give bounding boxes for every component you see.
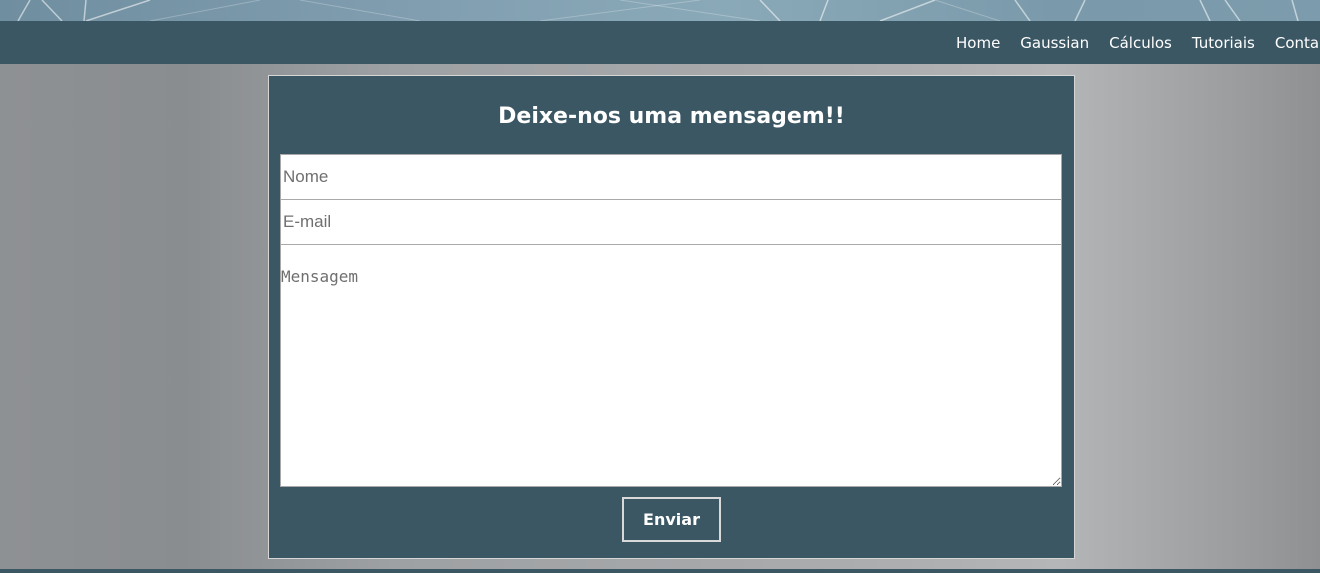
main-navbar: Home Gaussian Cálculos Tutoriais Conta: [0, 21, 1320, 64]
footer-bar: [0, 569, 1320, 573]
banner-pattern: [17, 0, 1299, 21]
nav-link-conta[interactable]: Conta: [1275, 34, 1319, 52]
header-banner: [0, 0, 1320, 21]
submit-button[interactable]: Enviar: [622, 497, 721, 542]
form-title: Deixe-nos uma mensagem!!: [498, 104, 845, 129]
nav-link-gaussian[interactable]: Gaussian: [1020, 34, 1089, 52]
email-input[interactable]: [280, 199, 1062, 245]
message-textarea[interactable]: [280, 244, 1062, 487]
nav-links: Home Gaussian Cálculos Tutoriais Conta: [946, 21, 1320, 64]
nav-link-calculos[interactable]: Cálculos: [1109, 34, 1172, 52]
name-input[interactable]: [280, 154, 1062, 200]
contact-form: Deixe-nos uma mensagem!! Enviar: [268, 75, 1075, 559]
nav-link-tutoriais[interactable]: Tutoriais: [1192, 34, 1255, 52]
nav-link-home[interactable]: Home: [956, 34, 1000, 52]
